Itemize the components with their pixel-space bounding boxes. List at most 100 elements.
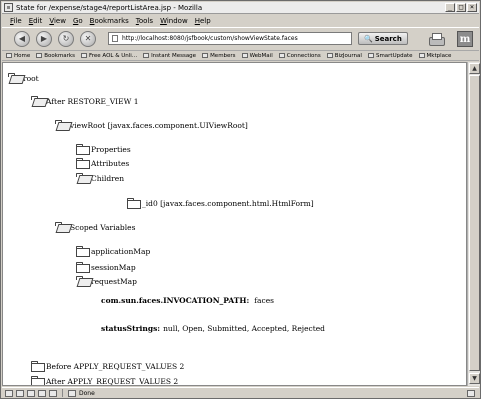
- bookmark-icon: [278, 53, 285, 58]
- open-folder-icon: [8, 73, 21, 83]
- navigation-toolbar: ◀ ▶ ↻ ✕ 🔍 Search m: [2, 27, 479, 49]
- connection-icon: [68, 389, 76, 397]
- folder-icon: [127, 198, 141, 209]
- bookmark-icon: [367, 53, 374, 58]
- menu-bar: File Edit View Go Bookmarks Tools Window…: [2, 15, 479, 26]
- folder-icon: [76, 158, 90, 169]
- maximize-button[interactable]: □: [456, 3, 466, 12]
- scroll-down-arrow-icon[interactable]: ▼: [469, 373, 480, 384]
- open-folder-icon: [31, 96, 44, 106]
- tree-node-attributes[interactable]: Attributes: [76, 158, 129, 169]
- menu-go[interactable]: Go: [73, 17, 83, 25]
- stop-button[interactable]: ✕: [80, 30, 96, 47]
- folder-icon: [76, 246, 90, 257]
- window-title: State for /expense/stage4/reportListArea…: [16, 3, 203, 12]
- bookmark-free-aol[interactable]: Free AOL & Unli...: [80, 53, 137, 59]
- tree-node-id0[interactable]: _id0 [javax.faces.component.html.HtmlFor…: [127, 198, 314, 209]
- address-bar[interactable]: [108, 32, 352, 45]
- close-button[interactable]: ×: [467, 3, 477, 12]
- menu-bookmarks[interactable]: Bookmarks: [90, 17, 129, 25]
- search-icon: 🔍: [364, 34, 373, 43]
- tree-node-request-map[interactable]: requestMap: [76, 276, 137, 286]
- tree-node-root[interactable]: root: [8, 73, 39, 83]
- forward-arrow-icon: ▶: [40, 34, 48, 43]
- status-strings-value: null, Open, Submitted, Accepted, Rejecte…: [163, 324, 325, 333]
- browser-window: State for /expense/stage4/reportListArea…: [0, 0, 481, 399]
- menu-window[interactable]: Window: [160, 17, 188, 25]
- url-input[interactable]: [122, 35, 347, 42]
- tree-node-before-apply-request-values[interactable]: Before APPLY_REQUEST_VALUES 2: [31, 361, 184, 372]
- tree-node-properties[interactable]: Properties: [76, 144, 131, 155]
- menu-view[interactable]: View: [49, 17, 66, 25]
- tree-node-after-apply-request-values[interactable]: After APPLY_REQUEST_VALUES 2: [31, 376, 178, 385]
- minimize-button[interactable]: _: [445, 3, 455, 12]
- bookmark-icon: [80, 53, 87, 58]
- bookmark-icon: [143, 53, 150, 58]
- folder-icon: [76, 262, 90, 273]
- navigator-icon[interactable]: [5, 389, 13, 397]
- bookmark-smartupdate[interactable]: SmartUpdate: [367, 53, 413, 59]
- status-strings-entry: statusStrings: null, Open, Submitted, Ac…: [101, 324, 325, 333]
- status-separator: [62, 389, 63, 397]
- mail-icon[interactable]: [16, 389, 24, 397]
- back-button[interactable]: ◀: [14, 30, 30, 47]
- bookmark-icon: [241, 53, 248, 58]
- bookmark-webmail[interactable]: WebMail: [241, 53, 273, 59]
- folder-icon: [31, 376, 45, 385]
- reload-icon: ↻: [62, 34, 70, 43]
- back-arrow-icon: ◀: [18, 34, 26, 43]
- page-icon: [112, 35, 118, 42]
- tree-node-children[interactable]: Children: [76, 173, 124, 183]
- vertical-scrollbar[interactable]: ▲ ▼: [467, 62, 480, 386]
- open-folder-icon: [55, 222, 68, 232]
- mozilla-throbber-icon[interactable]: m: [457, 31, 473, 47]
- bookmark-instant-message[interactable]: Instant Message: [143, 53, 196, 59]
- bookmark-icon: [326, 53, 333, 58]
- bookmark-bizjournal[interactable]: BizJournal: [326, 53, 362, 59]
- search-button-label: Search: [374, 34, 402, 43]
- bookmark-members[interactable]: Members: [202, 53, 236, 59]
- invocation-path-entry: com.sun.faces.INVOCATION_PATH: faces: [101, 296, 274, 305]
- folder-icon: [31, 361, 45, 372]
- forward-button[interactable]: ▶: [36, 30, 52, 47]
- status-bar: Done: [2, 387, 479, 398]
- chat-icon[interactable]: [49, 389, 57, 397]
- personal-toolbar: Home Bookmarks Free AOL & Unli... Instan…: [2, 50, 479, 61]
- home-icon: [6, 53, 12, 58]
- bookmark-mktplace[interactable]: Mktplace: [418, 53, 451, 59]
- tree-node-scoped-variables[interactable]: Scoped Variables: [55, 222, 135, 232]
- tree-node-viewroot[interactable]: viewRoot [javax.faces.component.UIViewRo…: [55, 120, 248, 130]
- tree-node-after-restore-view[interactable]: After RESTORE_VIEW 1: [31, 96, 138, 106]
- composer-icon[interactable]: [27, 389, 35, 397]
- status-text: Done: [79, 389, 95, 397]
- open-folder-icon: [76, 276, 89, 286]
- menu-help[interactable]: Help: [195, 17, 211, 25]
- open-folder-icon: [55, 120, 68, 130]
- page-content: root After RESTORE_VIEW 1 viewRoot [java…: [2, 62, 467, 386]
- mozilla-icon: [4, 3, 13, 12]
- bookmark-connections[interactable]: Connections: [278, 53, 321, 59]
- security-lock-icon: [467, 389, 475, 397]
- invocation-path-value: faces: [254, 296, 274, 305]
- bookmark-folder-icon: [36, 53, 43, 58]
- reload-button[interactable]: ↻: [58, 30, 74, 47]
- bookmark-home[interactable]: Home: [6, 53, 30, 59]
- bookmark-bookmarks[interactable]: Bookmarks: [36, 53, 75, 59]
- menu-edit[interactable]: Edit: [29, 17, 43, 25]
- print-icon[interactable]: [428, 32, 445, 46]
- status-strings-key: statusStrings:: [101, 324, 161, 333]
- scroll-up-arrow-icon[interactable]: ▲: [469, 63, 480, 74]
- title-bar: State for /expense/stage4/reportListArea…: [2, 2, 479, 14]
- search-button[interactable]: 🔍 Search: [358, 32, 408, 45]
- tree-node-application-map[interactable]: applicationMap: [76, 246, 150, 257]
- open-folder-icon: [76, 173, 89, 183]
- menu-file[interactable]: File: [10, 17, 22, 25]
- address-book-icon[interactable]: [38, 389, 46, 397]
- bookmark-icon: [418, 53, 425, 58]
- menu-tools[interactable]: Tools: [136, 17, 153, 25]
- bookmark-icon: [202, 53, 209, 58]
- tree-node-session-map[interactable]: sessionMap: [76, 262, 136, 273]
- folder-icon: [76, 144, 90, 155]
- invocation-path-key: com.sun.faces.INVOCATION_PATH:: [101, 296, 250, 305]
- scroll-thumb[interactable]: [469, 75, 480, 371]
